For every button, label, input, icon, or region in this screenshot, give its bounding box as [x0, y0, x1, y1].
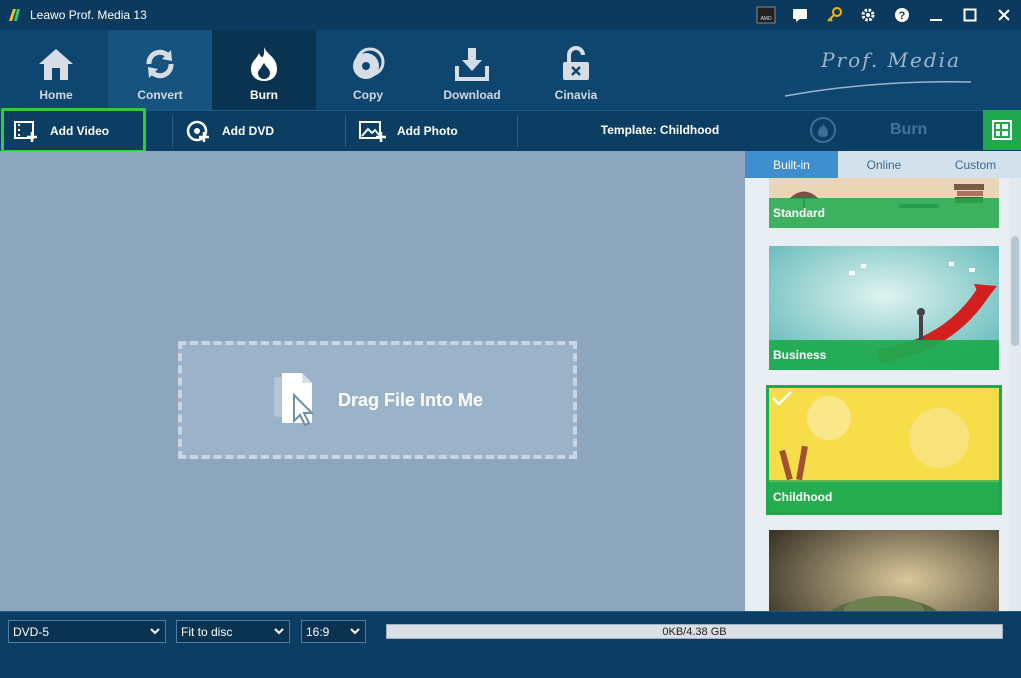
template-label: Template: Childhood [600, 123, 720, 137]
maximize-icon[interactable] [953, 0, 987, 30]
tab-custom[interactable]: Custom [930, 151, 1021, 178]
nav-convert-label: Convert [137, 88, 183, 102]
template-panel: Built-in Online Custom Standard Business… [745, 151, 1021, 611]
nav-burn-label: Burn [250, 88, 278, 102]
capacity-bar: 0KB/4.38 GB [386, 624, 1003, 639]
download-icon [455, 48, 489, 81]
drop-zone-text: Drag File Into Me [337, 389, 483, 410]
tab-built-in[interactable]: Built-in [745, 151, 838, 178]
chat-icon[interactable] [783, 0, 817, 30]
chevron-down-icon [274, 628, 284, 635]
status-bar [0, 649, 1021, 678]
add-dvd-button[interactable]: Add DVD [184, 111, 274, 151]
amd-icon[interactable]: AMD [749, 0, 783, 30]
burn-label: Burn [890, 121, 928, 138]
template-name-standard: Standard [769, 198, 999, 228]
copy-icon [353, 47, 385, 79]
layout-toggle-button[interactable] [983, 110, 1021, 150]
fit-mode-select[interactable]: Fit to disc [176, 620, 290, 643]
title-bar: Leawo Prof. Media 13 AMD ? [0, 0, 1021, 30]
disc-type-select[interactable]: DVD-5 [8, 620, 166, 643]
template-card-childhood[interactable]: Childhood [766, 385, 1002, 515]
burn-button[interactable]: Burn [800, 110, 982, 150]
minimize-icon[interactable] [919, 0, 953, 30]
nav-cinavia-label: Cinavia [554, 88, 598, 102]
nav-convert[interactable]: Convert [108, 30, 212, 110]
aspect-value: 16:9 [306, 624, 330, 639]
nav-download-label: Download [443, 88, 501, 102]
chevron-down-icon [150, 628, 160, 635]
add-dvd-label: Add DVD [222, 124, 274, 138]
svg-text:?: ? [899, 10, 906, 22]
template-name-business: Business [769, 340, 999, 370]
convert-icon [146, 49, 174, 79]
template-list: Standard Business Childhood [745, 178, 1009, 611]
chevron-down-icon [350, 628, 360, 635]
scrollbar-thumb[interactable] [1011, 236, 1019, 346]
layout-icon [992, 120, 1012, 140]
add-photo-button[interactable]: Add Photo [359, 111, 458, 151]
add-dvd-icon [186, 120, 209, 142]
template-card-business[interactable]: Business [769, 246, 999, 370]
work-area: Drag File Into Me [0, 151, 745, 611]
help-icon[interactable]: ? [885, 0, 919, 30]
nav-burn[interactable]: Burn [212, 30, 316, 110]
aspect-select[interactable]: 16:9 [301, 620, 366, 643]
fit-mode-value: Fit to disc [181, 624, 233, 639]
main-nav: Home Convert Burn Copy Download Cinavia … [0, 30, 1021, 110]
nav-download[interactable]: Download [420, 30, 524, 110]
toolbar-divider [345, 115, 346, 147]
template-tabs: Built-in Online Custom [745, 151, 1021, 178]
template-scrollbar[interactable] [1009, 178, 1021, 611]
key-icon[interactable] [817, 0, 851, 30]
disc-type-value: DVD-5 [13, 624, 50, 639]
template-name-childhood: Childhood [769, 482, 999, 512]
add-video-highlight [1, 108, 146, 153]
add-photo-icon [359, 121, 386, 142]
window-title: Leawo Prof. Media 13 [30, 8, 147, 22]
cinavia-icon [563, 46, 589, 80]
nav-copy-label: Copy [353, 88, 383, 102]
tab-online[interactable]: Online [838, 151, 930, 178]
brand-logo: Prof. Media [821, 48, 961, 72]
bottom-bar: DVD-5 Fit to disc 16:9 0KB/4.38 GB [0, 611, 1021, 649]
toolbar-divider [172, 115, 173, 147]
svg-text:AMD: AMD [760, 16, 772, 22]
capacity-text: 0KB/4.38 GB [662, 625, 727, 638]
brand-swoosh [784, 81, 972, 97]
template-card-fourth[interactable] [769, 530, 999, 611]
template-card-standard[interactable]: Standard [769, 178, 999, 228]
nav-cinavia[interactable]: Cinavia [524, 30, 628, 110]
burn-disabled-icon [818, 123, 828, 137]
app-logo-icon [9, 9, 20, 21]
nav-copy[interactable]: Copy [316, 30, 420, 110]
drag-file-icon [273, 373, 315, 427]
nav-home-label: Home [39, 88, 73, 102]
template-thumb-fourth [769, 530, 999, 611]
selected-check-icon [772, 391, 792, 406]
burn-icon [251, 47, 277, 81]
home-icon [39, 49, 73, 80]
gear-icon[interactable] [851, 0, 885, 30]
close-icon[interactable] [987, 0, 1021, 30]
nav-home[interactable]: Home [4, 30, 108, 110]
add-photo-label: Add Photo [397, 124, 458, 138]
drop-zone[interactable]: Drag File Into Me [178, 341, 577, 459]
toolbar-divider [517, 115, 518, 147]
